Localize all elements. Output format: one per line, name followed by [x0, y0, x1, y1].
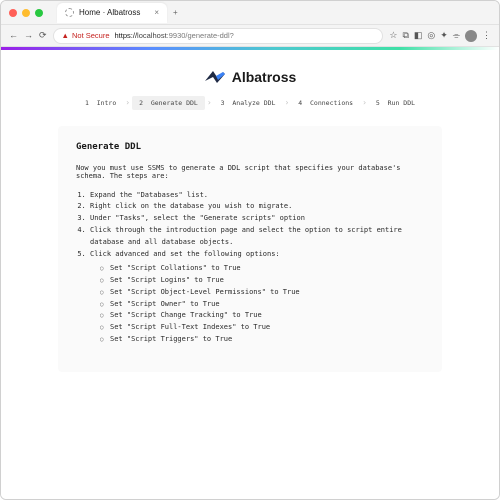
browser-window: Home · Albatross × + ← → ⟳ ▲ Not Secure … — [0, 0, 500, 500]
traffic-lights — [9, 9, 43, 17]
brand-logo: Albatross — [58, 68, 442, 86]
not-secure-label: Not Secure — [72, 31, 110, 40]
sub-list-item: Set "Script Owner" to True — [100, 299, 424, 311]
sub-options-list: Set "Script Collations" to True Set "Scr… — [90, 263, 424, 346]
tab-active[interactable]: Home · Albatross × — [57, 3, 167, 23]
page-heading: Generate DDL — [76, 142, 424, 152]
step-run-ddl[interactable]: 5 Run DDL — [369, 96, 422, 110]
address-bar[interactable]: ▲ Not Secure https://localhost:9930/gene… — [53, 28, 384, 44]
nav-buttons: ← → ⟳ — [9, 30, 47, 41]
sub-list-item: Set "Script Collations" to True — [100, 263, 424, 275]
sub-list-item: Set "Script Object-Level Permissions" to… — [100, 287, 424, 299]
chevron-right-icon: › — [360, 98, 369, 107]
forward-button[interactable]: → — [24, 30, 33, 41]
intro-text: Now you must use SSMS to generate a DDL … — [76, 164, 424, 180]
step-connections[interactable]: 4 Connections — [291, 96, 360, 110]
menu-icon[interactable]: ⋮ — [482, 30, 491, 41]
content-card: Generate DDL Now you must use SSMS to ge… — [58, 126, 442, 373]
tab-close-button[interactable]: × — [154, 8, 159, 17]
list-item-text: Click advanced and set the following opt… — [90, 250, 280, 258]
page-viewport: Albatross 1 Intro › 2 Generate DDL › 3 A… — [1, 50, 499, 500]
sub-list-item: Set "Script Logins" to True — [100, 275, 424, 287]
tabstrip: Home · Albatross × + — [57, 3, 178, 23]
wizard-steps: 1 Intro › 2 Generate DDL › 3 Analyze DDL… — [58, 96, 442, 110]
extension-icon[interactable]: ⧉ — [402, 30, 408, 41]
reload-button[interactable]: ⟳ — [39, 30, 47, 41]
tab-title: Home · Albatross — [79, 8, 140, 17]
star-icon[interactable]: ☆ — [389, 30, 397, 41]
page-content: Albatross 1 Intro › 2 Generate DDL › 3 A… — [40, 50, 460, 413]
new-tab-button[interactable]: + — [173, 8, 178, 17]
list-item: Click through the introduction page and … — [90, 225, 424, 249]
chevron-right-icon: › — [123, 98, 132, 107]
chevron-right-icon: › — [205, 98, 214, 107]
back-button[interactable]: ← — [9, 30, 18, 41]
url-path: :9930/generate-ddl? — [167, 31, 234, 40]
sub-list-item: Set "Script Triggers" to True — [100, 334, 424, 346]
extension-icon-3[interactable]: ◎ — [427, 30, 435, 41]
url-display: https://localhost:9930/generate-ddl? — [115, 31, 234, 40]
step-analyze-ddl[interactable]: 3 Analyze DDL — [214, 96, 283, 110]
sub-list-item: Set "Script Full-Text Indexes" to True — [100, 322, 424, 334]
toolbar: ← → ⟳ ▲ Not Secure https://localhost:993… — [1, 25, 499, 47]
step-intro[interactable]: 1 Intro — [78, 96, 123, 110]
step-generate-ddl[interactable]: 2 Generate DDL — [132, 96, 205, 110]
list-item: Expand the "Databases" list. — [90, 190, 424, 202]
minimize-window-button[interactable] — [22, 9, 30, 17]
favicon-icon — [65, 8, 74, 17]
sub-list-item: Set "Script Change Tracking" to True — [100, 310, 424, 322]
list-item: Under "Tasks", select the "Generate scri… — [90, 213, 424, 225]
toolbar-right: ☆ ⧉ ◧ ◎ ✦ ⌯ ⋮ — [389, 30, 491, 42]
instructions-list: Expand the "Databases" list. Right click… — [76, 190, 424, 347]
brand-name: Albatross — [232, 69, 297, 85]
url-host: localhost — [137, 31, 167, 40]
puzzle-icon[interactable]: ✦ — [440, 30, 448, 41]
incognito-icon[interactable]: ⌯ — [453, 30, 460, 41]
warning-icon: ▲ — [62, 31, 69, 40]
close-window-button[interactable] — [9, 9, 17, 17]
list-item: Right click on the database you wish to … — [90, 201, 424, 213]
profile-avatar[interactable] — [465, 30, 477, 42]
titlebar: Home · Albatross × + — [1, 1, 499, 25]
chevron-right-icon: › — [282, 98, 291, 107]
maximize-window-button[interactable] — [35, 9, 43, 17]
url-scheme: https — [115, 31, 131, 40]
list-item: Click advanced and set the following opt… — [90, 249, 424, 346]
albatross-icon — [204, 68, 226, 86]
security-indicator[interactable]: ▲ Not Secure — [62, 31, 110, 40]
extension-icon-2[interactable]: ◧ — [414, 30, 423, 41]
